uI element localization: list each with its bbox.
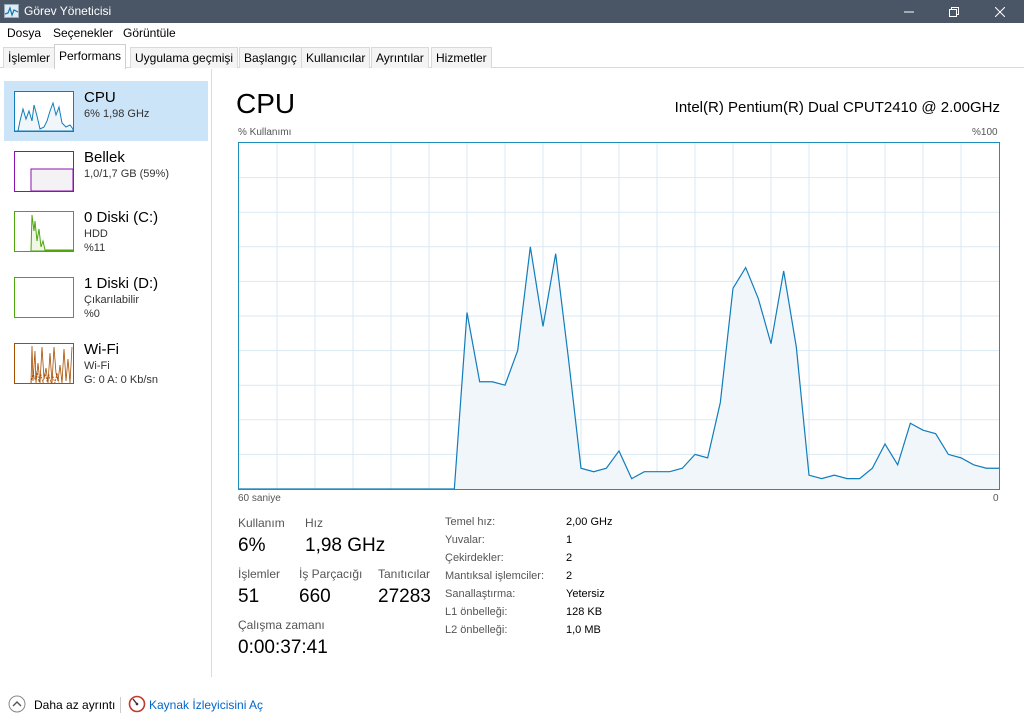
graph-x-axis-label: 60 saniye — [238, 493, 281, 504]
info-value: 2,00 GHz — [566, 516, 613, 528]
memory-thumbnail-graph — [14, 151, 74, 192]
info-value: 2 — [566, 552, 573, 564]
chevron-up-icon[interactable] — [8, 695, 26, 713]
info-label: Temel hız: — [445, 516, 496, 528]
usage-label: Kullanım — [238, 516, 285, 530]
processes-label: İşlemler — [238, 567, 281, 581]
menu-view[interactable]: Görüntüle — [123, 26, 176, 40]
cpu-thumbnail-graph — [14, 91, 74, 132]
sidebar-item-cpu[interactable]: CPU 6% 1,98 GHz — [4, 81, 208, 141]
sidebar-item-title: 1 Diski (D:) — [84, 275, 159, 292]
bottom-bar: Daha az ayrıntı Kaynak İzleyicisini Aç — [0, 690, 1024, 720]
graph-y-max-label: %100 — [972, 127, 998, 138]
tab-processes[interactable]: İşlemler — [3, 47, 56, 68]
info-label: Çekirdekler: — [445, 552, 504, 564]
info-label: Yuvalar: — [445, 534, 485, 546]
info-label: Mantıksal işlemciler: — [445, 570, 545, 582]
sidebar-item-disk-d[interactable]: 1 Diski (D:) Çıkarılabilir %0 — [4, 267, 208, 327]
minimize-icon — [904, 11, 914, 12]
sidebar-item-detail: 1,0/1,7 GB (59%) — [84, 168, 169, 180]
sidebar-item-wifi[interactable]: Wi-Fi Wi-Fi G: 0 A: 0 Kb/sn — [4, 333, 208, 393]
speed-value: 1,98 GHz — [305, 535, 386, 556]
sidebar-item-detail: G: 0 A: 0 Kb/sn — [84, 374, 158, 386]
page-title: CPU — [236, 88, 296, 119]
speed-label: Hız — [305, 516, 323, 530]
tab-bar: İşlemler Performans Uygulama geçmişi Baş… — [0, 44, 1024, 69]
info-label: L2 önbelleği: — [445, 624, 508, 636]
tab-app-history[interactable]: Uygulama geçmişi — [130, 47, 239, 68]
sidebar-item-detail: Wi-Fi — [84, 360, 110, 372]
window-title: Görev Yöneticisi — [24, 4, 112, 18]
handles-value: 27283 — [378, 586, 431, 607]
handles-label: Tanıtıcılar — [378, 567, 431, 581]
sidebar-item-title: CPU — [84, 89, 116, 106]
processes-value: 51 — [238, 586, 260, 607]
threads-value: 660 — [299, 586, 331, 607]
restore-icon — [949, 6, 959, 17]
uptime-value: 0:00:37:41 — [238, 637, 328, 658]
info-value: 1,0 MB — [566, 624, 601, 636]
close-button[interactable] — [977, 0, 1023, 23]
resource-monitor-icon[interactable] — [128, 695, 146, 713]
cpu-usage-graph — [238, 142, 1000, 490]
menu-file[interactable]: Dosya — [7, 26, 41, 40]
sidebar-item-detail: %11 — [84, 242, 106, 254]
graph-x-min-label: 0 — [993, 493, 999, 504]
info-value: 128 KB — [566, 606, 603, 618]
menu-bar: Dosya Seçenekler Görüntüle — [0, 23, 1024, 43]
sidebar-item-detail: Çıkarılabilir — [84, 294, 140, 306]
sidebar-item-title: Wi-Fi — [84, 341, 119, 358]
resource-sidebar: CPU 6% 1,98 GHz Bellek 1,0/1,7 GB (59%) … — [0, 69, 212, 677]
sidebar-item-detail: %0 — [84, 308, 100, 320]
info-label: L1 önbelleği: — [445, 606, 508, 618]
divider — [120, 697, 121, 713]
tab-services[interactable]: Hizmetler — [431, 47, 492, 68]
tab-details[interactable]: Ayrıntılar — [371, 47, 429, 68]
wifi-thumbnail-graph — [14, 343, 74, 384]
cpu-model-name: Intel(R) Pentium(R) Dual CPUT2410 @ 2.00… — [674, 99, 1000, 116]
cpu-usage-chart — [239, 143, 999, 490]
open-resource-monitor-link[interactable]: Kaynak İzleyicisini Aç — [149, 698, 263, 712]
sidebar-item-disk-c[interactable]: 0 Diski (C:) HDD %11 — [4, 201, 208, 261]
task-manager-icon — [4, 4, 19, 18]
tab-users[interactable]: Kullanıcılar — [301, 47, 371, 68]
uptime-label: Çalışma zamanı — [238, 618, 325, 632]
sidebar-item-detail: 6% 1,98 GHz — [84, 108, 150, 120]
minimize-button[interactable] — [886, 0, 932, 23]
info-value: Yetersiz — [566, 588, 605, 600]
sidebar-item-detail: HDD — [84, 228, 108, 240]
info-value: 1 — [566, 534, 573, 546]
disk-c-thumbnail-graph — [14, 211, 74, 252]
tab-startup[interactable]: Başlangıç — [239, 47, 302, 68]
info-label: Sanallaştırma: — [445, 588, 516, 600]
close-icon — [995, 6, 1005, 17]
title-bar: Görev Yöneticisi — [0, 0, 1024, 23]
usage-value: 6% — [238, 535, 266, 556]
info-value: 2 — [566, 570, 573, 582]
fewer-details-button[interactable]: Daha az ayrıntı — [34, 698, 115, 712]
disk-d-thumbnail-graph — [14, 277, 74, 318]
menu-options[interactable]: Seçenekler — [53, 26, 113, 40]
sidebar-item-title: Bellek — [84, 149, 125, 166]
graph-y-axis-label: % Kullanımı — [238, 127, 292, 138]
tab-performance[interactable]: Performans — [54, 44, 127, 69]
maximize-button[interactable] — [931, 0, 977, 23]
sidebar-item-title: 0 Diski (C:) — [84, 209, 159, 226]
sidebar-item-memory[interactable]: Bellek 1,0/1,7 GB (59%) — [4, 141, 208, 201]
threads-label: İş Parçacığı — [299, 567, 363, 581]
